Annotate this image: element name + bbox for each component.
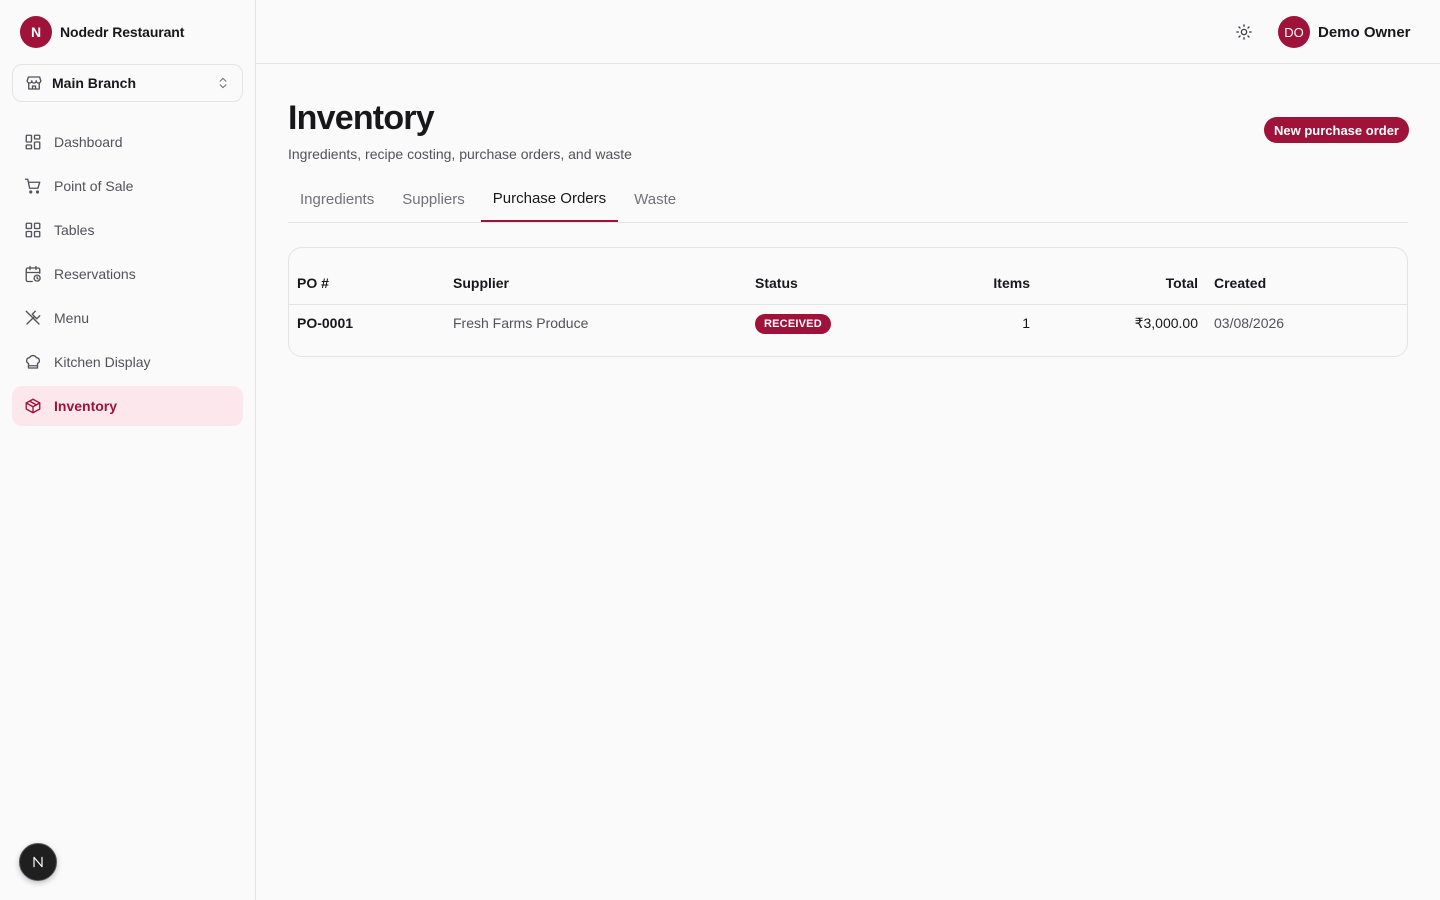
column-header-total: Total <box>1165 275 1198 291</box>
column-header-supplier: Supplier <box>453 275 510 291</box>
new-purchase-order-button[interactable]: New purchase order <box>1264 117 1409 143</box>
cart-icon <box>24 177 42 195</box>
sidebar-nav: Dashboard Point of Sale Tables Reservati… <box>12 122 243 430</box>
column-header-status: Status <box>755 275 798 291</box>
avatar: DO <box>1278 16 1310 48</box>
dashboard-icon <box>24 133 42 151</box>
supplier-cell: Fresh Farms Produce <box>453 315 589 331</box>
user-menu[interactable]: DO Demo Owner <box>1278 16 1411 48</box>
po-number-cell[interactable]: PO-0001 <box>297 315 353 331</box>
branch-selector[interactable]: Main Branch <box>12 64 243 102</box>
package-icon <box>24 397 42 415</box>
page-subtitle: Ingredients, recipe costing, purchase or… <box>288 146 632 162</box>
column-header-po: PO # <box>297 275 329 291</box>
sidebar-item-label: Tables <box>54 222 95 238</box>
sidebar-item-inventory[interactable]: Inventory <box>12 386 243 426</box>
calendar-clock-icon <box>24 265 42 283</box>
brand-logo: N <box>20 16 52 48</box>
sidebar-item-tables[interactable]: Tables <box>12 210 243 250</box>
theme-toggle-button[interactable] <box>1228 16 1260 48</box>
top-bar: DO Demo Owner <box>256 0 1440 64</box>
brand-name: Nodedr Restaurant <box>60 24 185 40</box>
utensils-icon <box>24 309 42 327</box>
tab-waste[interactable]: Waste <box>622 176 688 222</box>
n-logo-icon <box>33 856 43 868</box>
sidebar-item-dashboard[interactable]: Dashboard <box>12 122 243 162</box>
chevrons-up-down-icon <box>216 76 230 90</box>
sidebar-item-label: Inventory <box>54 398 118 414</box>
branch-label: Main Branch <box>52 75 137 91</box>
sidebar-item-kitchen-display[interactable]: Kitchen Display <box>12 342 243 382</box>
sidebar: N Nodedr Restaurant Main Branch Dashboar… <box>0 0 256 900</box>
sidebar-item-label: Menu <box>54 310 90 326</box>
store-icon <box>25 74 43 92</box>
tab-purchase-orders[interactable]: Purchase Orders <box>480 176 619 222</box>
sidebar-item-label: Reservations <box>54 266 136 282</box>
grid-icon <box>24 221 42 239</box>
column-header-items: Items <box>993 275 1030 291</box>
tab-suppliers[interactable]: Suppliers <box>390 176 477 222</box>
table-header-divider <box>289 304 1407 305</box>
brand[interactable]: N Nodedr Restaurant <box>20 16 184 48</box>
dev-tools-badge[interactable] <box>19 843 57 881</box>
chef-hat-icon <box>24 353 42 371</box>
sidebar-item-label: Point of Sale <box>54 178 134 194</box>
column-header-created: Created <box>1214 275 1267 291</box>
sidebar-item-reservations[interactable]: Reservations <box>12 254 243 294</box>
purchase-orders-table: PO # Supplier Status Items Total Created… <box>288 247 1408 357</box>
sidebar-item-label: Dashboard <box>54 134 123 150</box>
sidebar-item-point-of-sale[interactable]: Point of Sale <box>12 166 243 206</box>
total-cell: ₹3,000.00 <box>1134 315 1198 331</box>
sidebar-item-menu[interactable]: Menu <box>12 298 243 338</box>
tab-ingredients[interactable]: Ingredients <box>288 176 386 222</box>
inventory-tabs: Ingredients Suppliers Purchase Orders Wa… <box>288 176 1408 223</box>
status-badge: RECEIVED <box>755 314 831 334</box>
page-title: Inventory <box>288 99 435 137</box>
items-cell: 1 <box>1022 315 1030 331</box>
sidebar-item-label: Kitchen Display <box>54 354 151 370</box>
user-name: Demo Owner <box>1318 23 1411 41</box>
sun-icon <box>1236 24 1252 40</box>
created-cell: 03/08/2026 <box>1214 315 1285 331</box>
